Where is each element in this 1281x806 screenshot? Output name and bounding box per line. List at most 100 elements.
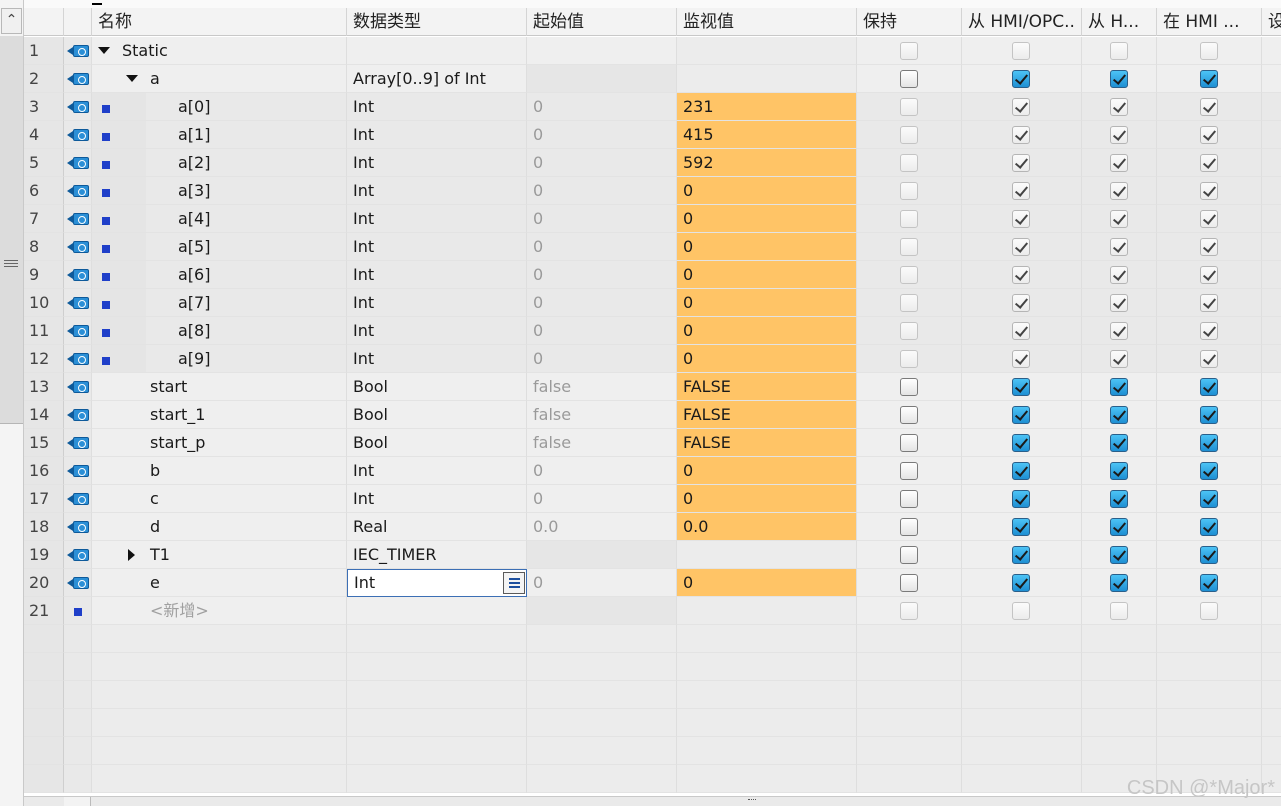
- name-cell[interactable]: <新增>: [92, 597, 347, 625]
- col-header-setpoint[interactable]: 设: [1262, 8, 1281, 36]
- expand-triangle-icon[interactable]: [128, 549, 135, 561]
- in-hmi-checkbox[interactable]: [1200, 322, 1218, 340]
- datatype-cell[interactable]: [347, 597, 527, 625]
- name-cell[interactable]: a[9]: [92, 345, 347, 373]
- name-cell[interactable]: start_1: [92, 401, 347, 429]
- table-row[interactable]: 13 start Bool false FALSE: [24, 373, 1281, 401]
- name-cell[interactable]: start: [92, 373, 347, 401]
- datatype-cell[interactable]: Real: [347, 513, 527, 541]
- name-cell[interactable]: c: [92, 485, 347, 513]
- from-h-checkbox[interactable]: [1110, 602, 1128, 620]
- datatype-cell[interactable]: Int: [347, 485, 527, 513]
- from-hmi-opc-checkbox[interactable]: [1012, 98, 1030, 116]
- start-value-cell[interactable]: [527, 65, 677, 93]
- retain-checkbox[interactable]: [900, 434, 918, 452]
- start-value-cell[interactable]: 0: [527, 121, 677, 149]
- from-hmi-opc-checkbox[interactable]: [1012, 42, 1030, 60]
- collapse-triangle-icon[interactable]: [98, 47, 110, 54]
- scroll-left-button[interactable]: [64, 797, 91, 806]
- name-cell[interactable]: a[5]: [92, 233, 347, 261]
- from-h-checkbox[interactable]: [1110, 546, 1128, 564]
- from-hmi-opc-checkbox[interactable]: [1012, 210, 1030, 228]
- from-hmi-opc-checkbox[interactable]: [1012, 126, 1030, 144]
- start-value-cell[interactable]: 0: [527, 345, 677, 373]
- in-hmi-checkbox[interactable]: [1200, 70, 1218, 88]
- from-hmi-opc-checkbox[interactable]: [1012, 490, 1030, 508]
- start-value-cell[interactable]: 0: [527, 93, 677, 121]
- from-h-checkbox[interactable]: [1110, 294, 1128, 312]
- col-header-from-h[interactable]: 从 H...: [1082, 8, 1157, 36]
- datatype-editor[interactable]: Int: [347, 569, 527, 597]
- datatype-cell[interactable]: Int: [347, 261, 527, 289]
- in-hmi-checkbox[interactable]: [1200, 266, 1218, 284]
- table-row[interactable]: 15 start_p Bool false FALSE: [24, 429, 1281, 457]
- retain-checkbox[interactable]: [900, 266, 918, 284]
- table-row[interactable]: 12 a[9] Int 0 0: [24, 345, 1281, 373]
- table-row[interactable]: 2 a Array[0..9] of Int: [24, 65, 1281, 93]
- from-hmi-opc-checkbox[interactable]: [1012, 378, 1030, 396]
- from-hmi-opc-checkbox[interactable]: [1012, 518, 1030, 536]
- from-hmi-opc-checkbox[interactable]: [1012, 70, 1030, 88]
- datatype-cell[interactable]: Bool: [347, 429, 527, 457]
- datatype-cell[interactable]: IEC_TIMER: [347, 541, 527, 569]
- from-hmi-opc-checkbox[interactable]: [1012, 294, 1030, 312]
- name-cell[interactable]: e: [92, 569, 347, 597]
- from-h-checkbox[interactable]: [1110, 322, 1128, 340]
- in-hmi-checkbox[interactable]: [1200, 42, 1218, 60]
- col-header-monitor-value[interactable]: 监视值: [677, 8, 857, 36]
- datatype-cell[interactable]: Int: [347, 317, 527, 345]
- datatype-cell[interactable]: Int: [347, 93, 527, 121]
- from-h-checkbox[interactable]: [1110, 574, 1128, 592]
- start-value-cell[interactable]: 0: [527, 205, 677, 233]
- table-row[interactable]: 16 b Int 0 0: [24, 457, 1281, 485]
- in-hmi-checkbox[interactable]: [1200, 294, 1218, 312]
- name-cell[interactable]: a[4]: [92, 205, 347, 233]
- retain-checkbox[interactable]: [900, 490, 918, 508]
- retain-checkbox[interactable]: [900, 294, 918, 312]
- retain-checkbox[interactable]: [900, 378, 918, 396]
- table-row[interactable]: 21 <新增>: [24, 597, 1281, 625]
- table-row[interactable]: 14 start_1 Bool false FALSE: [24, 401, 1281, 429]
- from-h-checkbox[interactable]: [1110, 350, 1128, 368]
- table-row[interactable]: 8 a[5] Int 0 0: [24, 233, 1281, 261]
- name-cell[interactable]: start_p: [92, 429, 347, 457]
- in-hmi-checkbox[interactable]: [1200, 378, 1218, 396]
- start-value-cell[interactable]: [527, 541, 677, 569]
- start-value-cell[interactable]: 0: [527, 149, 677, 177]
- retain-checkbox[interactable]: [900, 574, 918, 592]
- in-hmi-checkbox[interactable]: [1200, 462, 1218, 480]
- from-hmi-opc-checkbox[interactable]: [1012, 462, 1030, 480]
- name-cell[interactable]: a[6]: [92, 261, 347, 289]
- from-hmi-opc-checkbox[interactable]: [1012, 322, 1030, 340]
- retain-checkbox[interactable]: [900, 98, 918, 116]
- table-row[interactable]: 7 a[4] Int 0 0: [24, 205, 1281, 233]
- from-hmi-opc-checkbox[interactable]: [1012, 154, 1030, 172]
- col-header-from-hmi-opc[interactable]: 从 HMI/OPC..: [962, 8, 1082, 36]
- from-hmi-opc-checkbox[interactable]: [1012, 238, 1030, 256]
- in-hmi-checkbox[interactable]: [1200, 154, 1218, 172]
- name-cell[interactable]: a[2]: [92, 149, 347, 177]
- in-hmi-checkbox[interactable]: [1200, 406, 1218, 424]
- name-cell[interactable]: a[3]: [92, 177, 347, 205]
- datatype-cell[interactable]: Int: [347, 177, 527, 205]
- vertical-scrollbar[interactable]: ⌃: [0, 0, 24, 806]
- start-value-cell[interactable]: 0: [527, 177, 677, 205]
- in-hmi-checkbox[interactable]: [1200, 546, 1218, 564]
- start-value-cell[interactable]: [527, 597, 677, 625]
- start-value-cell[interactable]: 0: [527, 569, 677, 597]
- from-h-checkbox[interactable]: [1110, 154, 1128, 172]
- table-row[interactable]: 5 a[2] Int 0 592: [24, 149, 1281, 177]
- collapse-triangle-icon[interactable]: [126, 75, 138, 82]
- from-h-checkbox[interactable]: [1110, 238, 1128, 256]
- datatype-cell[interactable]: Int: [347, 289, 527, 317]
- in-hmi-checkbox[interactable]: [1200, 518, 1218, 536]
- in-hmi-checkbox[interactable]: [1200, 98, 1218, 116]
- name-cell[interactable]: a: [92, 65, 347, 93]
- datatype-cell[interactable]: Int: [347, 149, 527, 177]
- retain-checkbox[interactable]: [900, 210, 918, 228]
- name-cell[interactable]: b: [92, 457, 347, 485]
- retain-checkbox[interactable]: [900, 350, 918, 368]
- name-cell[interactable]: a[8]: [92, 317, 347, 345]
- name-cell[interactable]: T1: [92, 541, 347, 569]
- retain-checkbox[interactable]: [900, 322, 918, 340]
